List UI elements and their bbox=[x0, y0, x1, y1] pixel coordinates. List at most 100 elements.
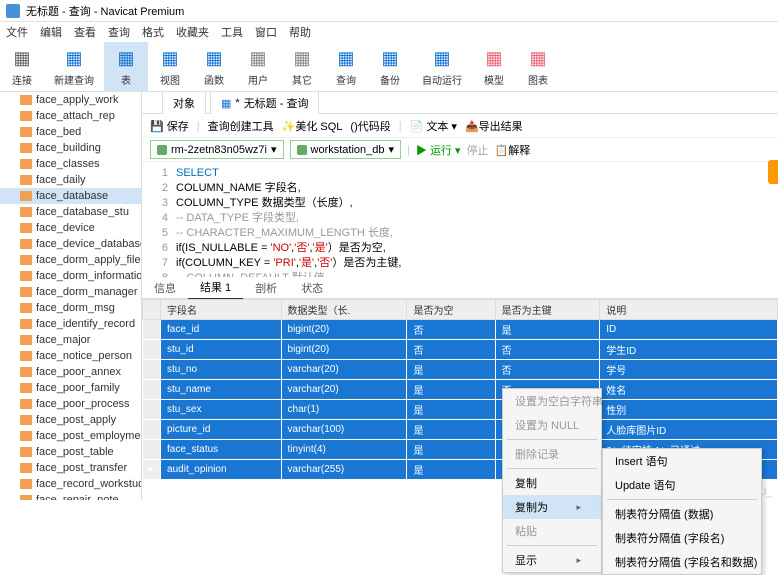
tree-item[interactable]: face_record_workstudy bbox=[0, 476, 141, 492]
ctx-paste[interactable]: 粘贴 bbox=[503, 519, 601, 543]
tool-查询[interactable]: ▦查询 bbox=[324, 42, 368, 91]
tree-item[interactable]: face_apply_work bbox=[0, 92, 141, 108]
tool-新建查询[interactable]: ▦新建查询 bbox=[44, 42, 104, 91]
table-icon bbox=[20, 223, 32, 233]
tool-视图[interactable]: ▦视图 bbox=[148, 42, 192, 91]
table-icon bbox=[20, 287, 32, 297]
tool-模型[interactable]: ▦模型 bbox=[472, 42, 516, 91]
explain-button[interactable]: 📋解释 bbox=[495, 142, 531, 158]
tool-函数[interactable]: ▦函数 bbox=[192, 42, 236, 91]
table-row[interactable]: stu_namevarchar(20)是否姓名 bbox=[143, 380, 778, 400]
menu-item[interactable]: 查看 bbox=[74, 24, 96, 40]
sub-tab-data[interactable]: 制表符分隔值 (数据) bbox=[603, 502, 761, 526]
tree-item[interactable]: face_bed bbox=[0, 124, 141, 140]
tree-item[interactable]: face_attach_rep bbox=[0, 108, 141, 124]
col-header[interactable]: 是否为空 bbox=[407, 300, 495, 320]
table-icon bbox=[20, 319, 32, 329]
tool-自动运行[interactable]: ▦自动运行 bbox=[412, 42, 472, 91]
sub-tab-both[interactable]: 制表符分隔值 (字段名和数据) bbox=[603, 550, 761, 574]
tree-item[interactable]: face_device bbox=[0, 220, 141, 236]
db-select[interactable]: workstation_db ▾ bbox=[290, 140, 402, 159]
tool-连接[interactable]: ▦连接 bbox=[0, 42, 44, 91]
sub-insert[interactable]: Insert 语句 bbox=[603, 449, 761, 473]
table-row[interactable]: picture_idvarchar(100)是否人脸库图片ID bbox=[143, 420, 778, 440]
menu-item[interactable]: 编辑 bbox=[40, 24, 62, 40]
col-header[interactable]: 说明 bbox=[600, 300, 778, 320]
menu-item[interactable]: 格式 bbox=[142, 24, 164, 40]
tab-objects[interactable]: 对象 bbox=[162, 92, 206, 114]
menu-item[interactable]: 工具 bbox=[221, 24, 243, 40]
beautify-button[interactable]: ✨美化 SQL bbox=[282, 118, 343, 134]
ctx-delete[interactable]: 删除记录 bbox=[503, 442, 601, 466]
menu-item[interactable]: 文件 bbox=[6, 24, 28, 40]
text-button[interactable]: 📄 文本 ▾ bbox=[410, 118, 457, 134]
menu-item[interactable]: 帮助 bbox=[289, 24, 311, 40]
tree-item[interactable]: face_daily bbox=[0, 172, 141, 188]
run-button[interactable]: ▶ 运行 ▾ bbox=[416, 142, 461, 158]
tree-item[interactable]: face_building bbox=[0, 140, 141, 156]
tab-query[interactable]: ▦ *无标题 - 查询 bbox=[210, 92, 319, 114]
tab-result[interactable]: 结果 1 bbox=[188, 276, 243, 300]
sub-update[interactable]: Update 语句 bbox=[603, 473, 761, 497]
table-icon bbox=[20, 175, 32, 185]
tree-item[interactable]: face_poor_family bbox=[0, 380, 141, 396]
menu-item[interactable]: 窗口 bbox=[255, 24, 277, 40]
table-icon bbox=[20, 127, 32, 137]
result-tabs: 信息 结果 1 剖析 状态 bbox=[142, 277, 778, 299]
tool-备份[interactable]: ▦备份 bbox=[368, 42, 412, 91]
export-button[interactable]: 📤导出结果 bbox=[465, 118, 523, 134]
tool-用户[interactable]: ▦用户 bbox=[236, 42, 280, 91]
col-header[interactable]: 是否为主键 bbox=[495, 300, 600, 320]
tree-item[interactable]: face_device_database bbox=[0, 236, 141, 252]
save-button[interactable]: 💾 保存 bbox=[150, 118, 189, 134]
tree-item[interactable]: face_post_apply bbox=[0, 412, 141, 428]
tree-item[interactable]: face_dorm_manager bbox=[0, 284, 141, 300]
chevron-right-icon: ▸ bbox=[576, 555, 581, 566]
tree-item[interactable]: face_post_transfer bbox=[0, 460, 141, 476]
sql-editor[interactable]: 1SELECT2 COLUMN_NAME 字段名,3 COLUMN_TYPE 数… bbox=[142, 162, 778, 277]
menu-item[interactable]: 收藏夹 bbox=[176, 24, 209, 40]
ctx-copy-as[interactable]: 复制为▸ bbox=[503, 495, 601, 519]
tree-item[interactable]: face_dorm_apply_file bbox=[0, 252, 141, 268]
side-tab[interactable] bbox=[768, 160, 778, 184]
tree-item[interactable]: face_post_table bbox=[0, 444, 141, 460]
tree-item[interactable]: face_major bbox=[0, 332, 141, 348]
tree-item[interactable]: face_post_employment bbox=[0, 428, 141, 444]
tool-其它[interactable]: ▦其它 bbox=[280, 42, 324, 91]
tree-item[interactable]: face_notice_person bbox=[0, 348, 141, 364]
builder-button[interactable]: 查询创建工具 bbox=[208, 118, 274, 134]
tool-表[interactable]: ▦表 bbox=[104, 42, 148, 91]
table-tree[interactable]: face_apply_workface_attach_repface_bedfa… bbox=[0, 92, 142, 500]
tool-图表[interactable]: ▦图表 bbox=[516, 42, 560, 91]
ctx-copy[interactable]: 复制 bbox=[503, 471, 601, 495]
tree-item[interactable]: face_poor_annex bbox=[0, 364, 141, 380]
table-row[interactable]: stu_idbigint(20)否否学生ID bbox=[143, 340, 778, 360]
ctx-set-blank[interactable]: 设置为空白字符串 bbox=[503, 389, 601, 413]
col-header[interactable]: 数据类型（长. bbox=[281, 300, 407, 320]
chevron-right-icon: ▸ bbox=[576, 502, 581, 513]
tab-status[interactable]: 状态 bbox=[289, 277, 335, 299]
snippet-button[interactable]: ()代码段 bbox=[350, 118, 390, 134]
menu-item[interactable]: 查询 bbox=[108, 24, 130, 40]
tab-analyze[interactable]: 剖析 bbox=[243, 277, 289, 299]
table-icon bbox=[20, 255, 32, 265]
server-select[interactable]: rm-2zetn83n05wz7i ▾ bbox=[150, 140, 284, 159]
connection-bar: rm-2zetn83n05wz7i ▾ workstation_db ▾ | ▶… bbox=[142, 138, 778, 162]
tree-item[interactable]: face_dorm_msg bbox=[0, 300, 141, 316]
table-row[interactable]: face_idbigint(20)否是ID bbox=[143, 320, 778, 340]
ctx-show[interactable]: 显示▸ bbox=[503, 548, 601, 572]
table-row[interactable]: stu_novarchar(20)是否学号 bbox=[143, 360, 778, 380]
table-icon bbox=[20, 239, 32, 249]
tree-item[interactable]: face_database bbox=[0, 188, 141, 204]
table-row[interactable]: stu_sexchar(1)是否性别 bbox=[143, 400, 778, 420]
tree-item[interactable]: face_dorm_information bbox=[0, 268, 141, 284]
col-header[interactable]: 字段名 bbox=[161, 300, 282, 320]
tree-item[interactable]: face_classes bbox=[0, 156, 141, 172]
tab-info[interactable]: 信息 bbox=[142, 277, 188, 299]
tree-item[interactable]: face_poor_process bbox=[0, 396, 141, 412]
ctx-set-null[interactable]: 设置为 NULL bbox=[503, 413, 601, 437]
tree-item[interactable]: face_repair_note bbox=[0, 492, 141, 500]
sub-tab-field[interactable]: 制表符分隔值 (字段名) bbox=[603, 526, 761, 550]
tree-item[interactable]: face_database_stu bbox=[0, 204, 141, 220]
tree-item[interactable]: face_identify_record bbox=[0, 316, 141, 332]
